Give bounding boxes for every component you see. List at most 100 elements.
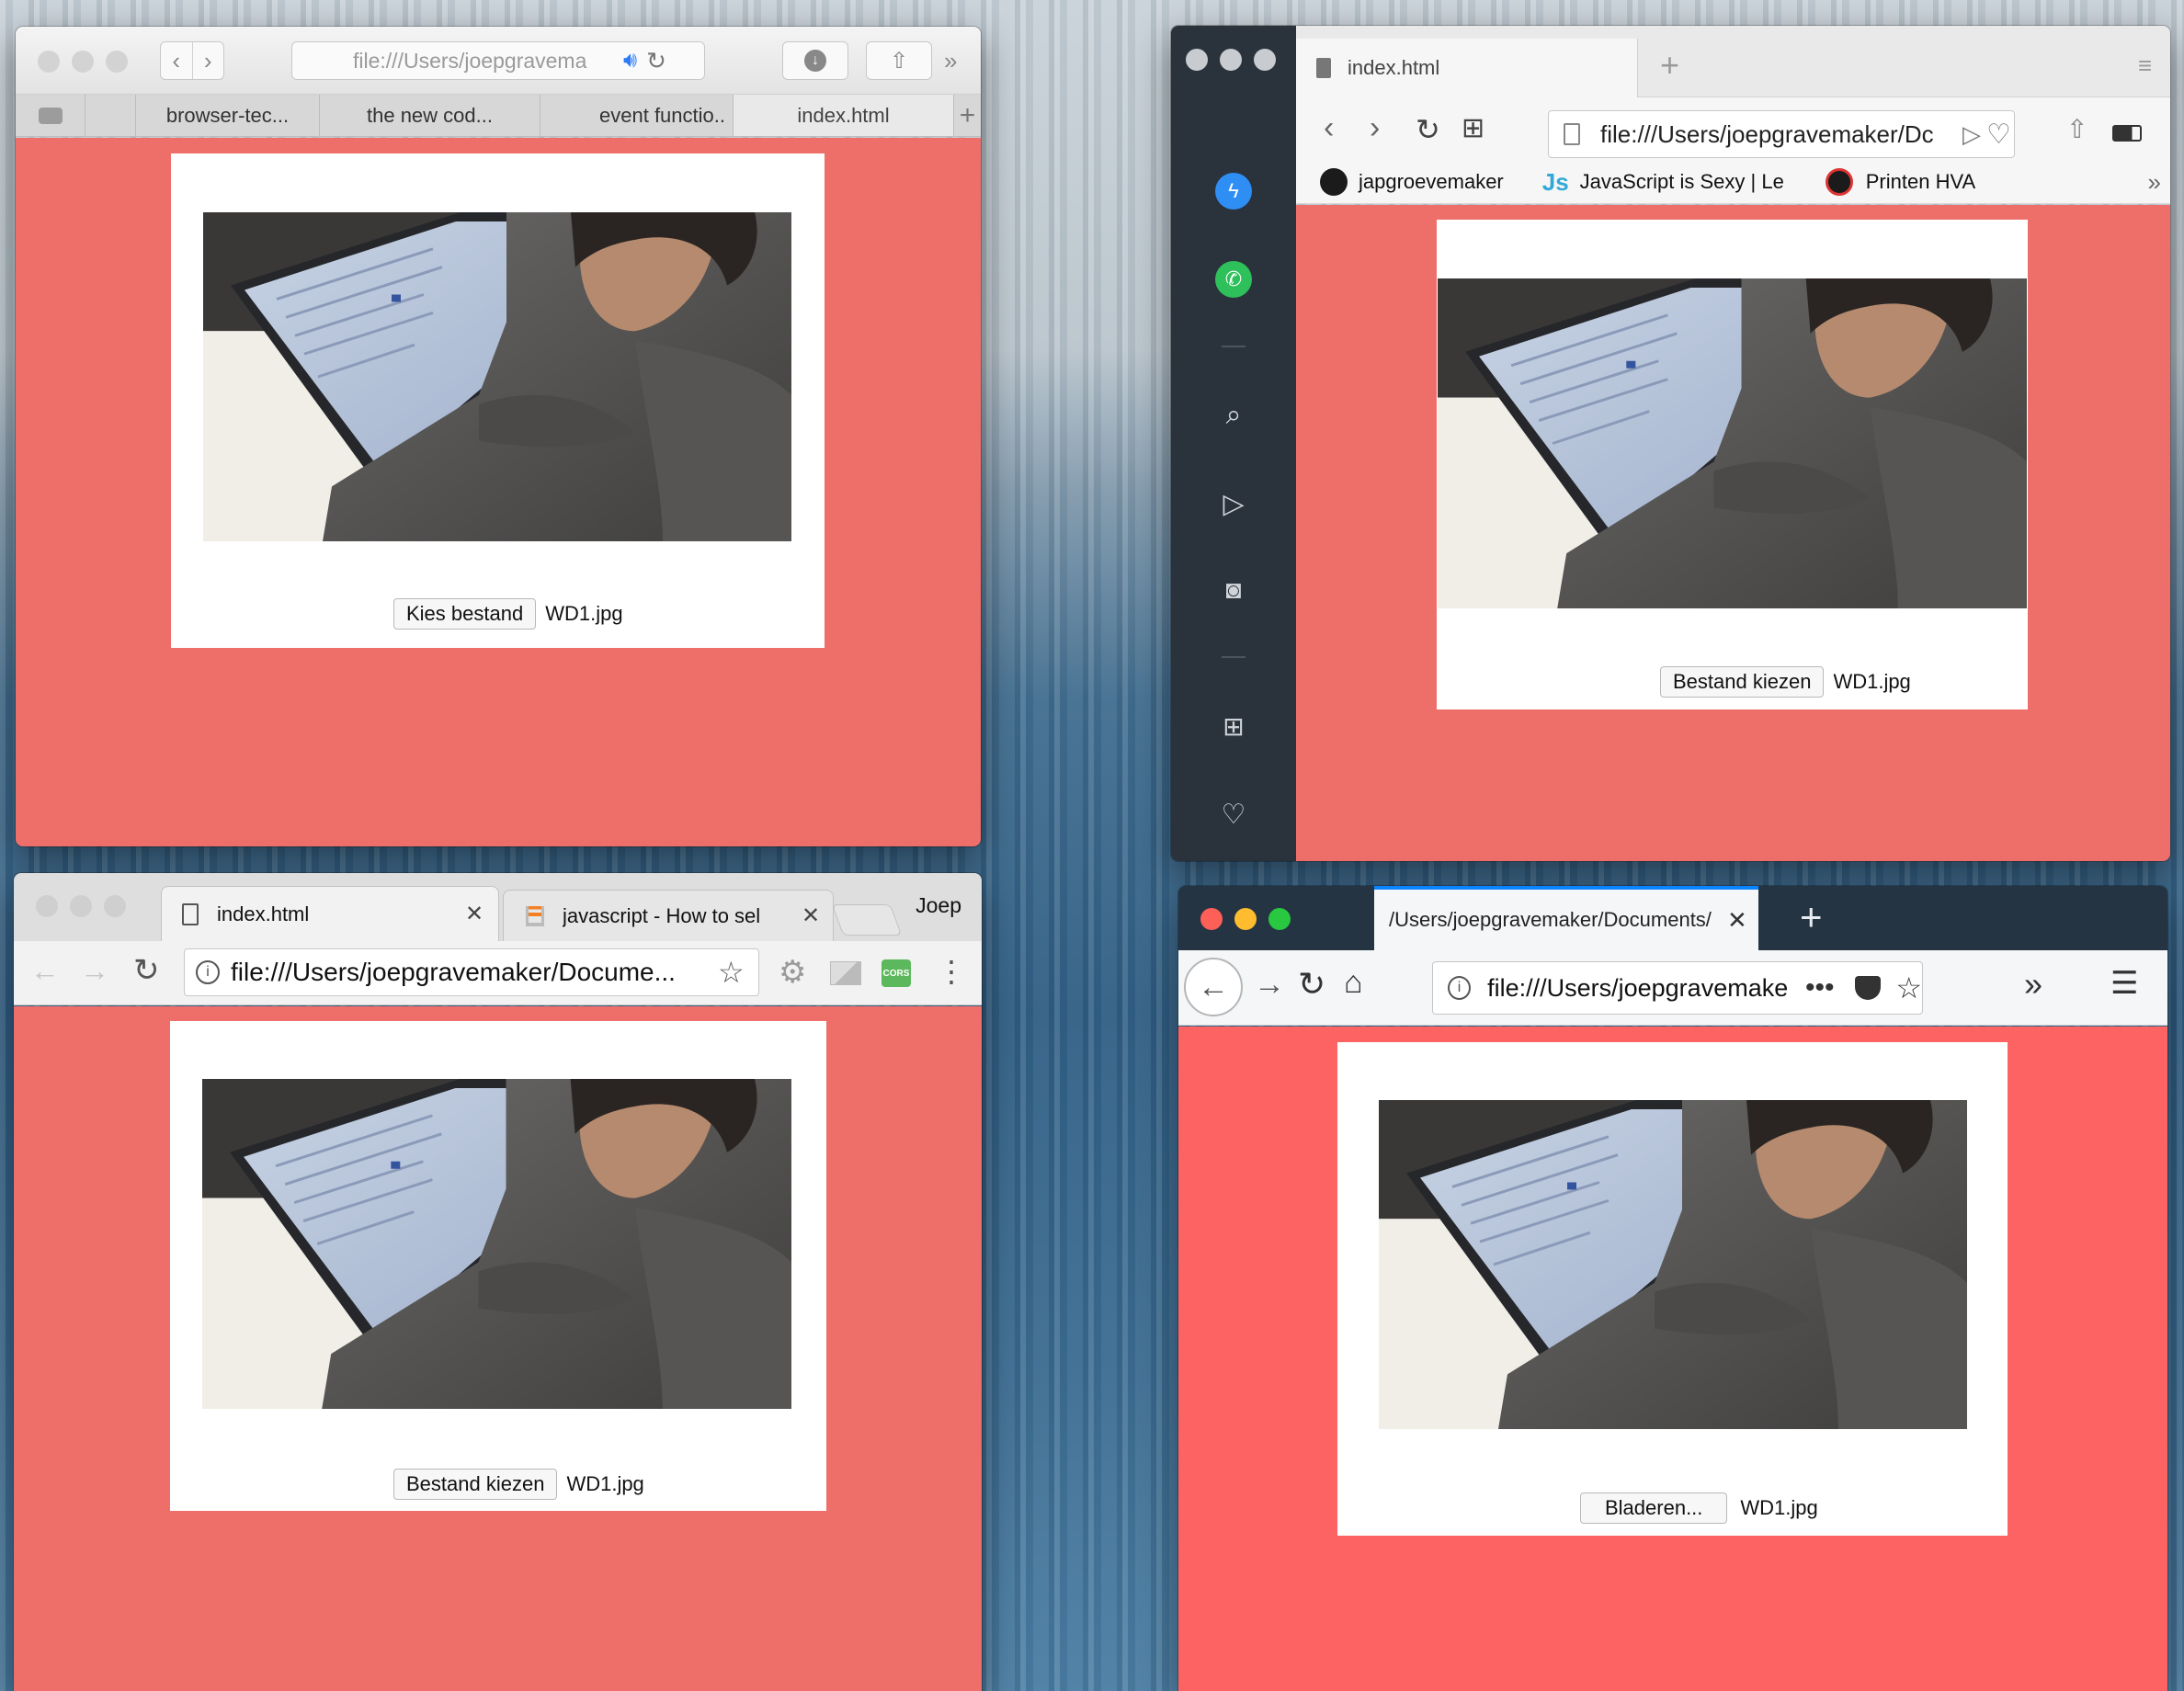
upload-card: Bladeren... WD1.jpg bbox=[1337, 1042, 2008, 1536]
choose-file-button[interactable]: Bladeren... bbox=[1580, 1492, 1728, 1524]
tab-pinned-empty[interactable] bbox=[85, 95, 136, 136]
home-icon[interactable]: ⌂ bbox=[1344, 965, 1363, 1001]
whatsapp-icon[interactable]: ✆ bbox=[1215, 261, 1252, 298]
back-icon[interactable]: ← bbox=[1184, 958, 1243, 1016]
tab-2[interactable]: javascript - How to sel ✕ bbox=[503, 890, 834, 941]
share-button[interactable]: ⇧ bbox=[866, 41, 932, 80]
tab-active[interactable]: /Users/joepgravemaker/Documents/ ✕ bbox=[1374, 886, 1758, 950]
bookmark-star-icon[interactable]: ☆ bbox=[718, 955, 745, 990]
maximize-button[interactable] bbox=[104, 895, 126, 917]
preview-image bbox=[1379, 1100, 1967, 1429]
firefox-titlebar: /Users/joepgravemaker/Documents/ ✕ + bbox=[1178, 886, 2167, 950]
forward-icon[interactable]: › bbox=[1370, 110, 1380, 146]
tab-pinned-youtube[interactable] bbox=[16, 95, 85, 136]
extension-mail-icon[interactable] bbox=[830, 961, 861, 985]
messenger-icon[interactable]: ϟ bbox=[1215, 173, 1252, 210]
back-icon[interactable]: ‹ bbox=[1324, 110, 1334, 146]
safari-toolbar: ‹ › file:///Users/joepgravema 🔊︎ ↻ ↓ ⇧ » bbox=[16, 27, 981, 95]
tab-1[interactable]: browser-tec... bbox=[136, 95, 320, 136]
bookmark-printen-hva[interactable]: Printen HVA bbox=[1825, 168, 1975, 196]
maximize-button[interactable] bbox=[1268, 908, 1291, 930]
downloads-button[interactable]: ↓ bbox=[782, 41, 848, 80]
address-bar[interactable]: file:///Users/joepgravemaker/Dc ▷ ♡ bbox=[1548, 110, 2015, 158]
address-bar[interactable]: i file:///Users/joepgravemaker/Docume...… bbox=[184, 948, 759, 996]
choose-file-button[interactable]: Bestand kiezen bbox=[1660, 666, 1825, 698]
opera-window: ϟ ✆ ⌕ ▷ ◙ ⊞ ♡ index.html + ≡ ‹ › ↻ ⊞ fil… bbox=[1171, 26, 2170, 861]
cors-extension-icon[interactable]: CORS bbox=[882, 959, 911, 987]
reload-icon[interactable]: ↻ bbox=[133, 952, 160, 989]
close-button[interactable] bbox=[1186, 49, 1208, 71]
tab-active[interactable]: index.html ✕ bbox=[161, 886, 499, 941]
close-tab-icon[interactable]: ✕ bbox=[465, 901, 483, 927]
page-actions-icon[interactable]: ••• bbox=[1805, 972, 1835, 1004]
choose-file-button[interactable]: Kies bestand bbox=[393, 598, 537, 630]
printer-icon bbox=[1825, 168, 1853, 196]
minimize-button[interactable] bbox=[70, 895, 92, 917]
speaker-icon[interactable]: 🔊︎ bbox=[623, 48, 637, 74]
address-bar[interactable]: file:///Users/joepgravema 🔊︎ ↻ bbox=[291, 41, 705, 80]
bookmark-star-icon[interactable]: ☆ bbox=[1895, 970, 1922, 1005]
firefox-window: /Users/joepgravemaker/Documents/ ✕ + ← →… bbox=[1178, 886, 2167, 1691]
overflow-chevrons-icon[interactable]: » bbox=[944, 47, 957, 75]
chrome-window: index.html ✕ javascript - How to sel ✕ J… bbox=[14, 873, 982, 1691]
battery-icon[interactable] bbox=[2112, 125, 2142, 142]
close-button[interactable] bbox=[36, 895, 58, 917]
new-tab-button[interactable] bbox=[831, 904, 903, 936]
tab-3[interactable]: event functio.. bbox=[540, 95, 734, 136]
close-button[interactable] bbox=[38, 51, 60, 73]
reload-icon[interactable]: ↻ bbox=[1298, 965, 1325, 1004]
close-tab-icon[interactable]: ✕ bbox=[1727, 906, 1747, 935]
forward-icon[interactable]: › bbox=[193, 42, 224, 79]
maximize-button[interactable] bbox=[1254, 49, 1276, 71]
page-icon bbox=[182, 902, 199, 925]
overflow-chevrons-icon[interactable]: » bbox=[2024, 965, 2042, 1004]
tab-2[interactable]: the new cod... bbox=[320, 95, 540, 136]
choose-file-button[interactable]: Bestand kiezen bbox=[393, 1469, 558, 1500]
bookmark-github[interactable]: japgroevemaker bbox=[1320, 168, 1504, 196]
tab-title: /Users/joepgravemaker/Documents/ bbox=[1389, 908, 1712, 931]
minimize-button[interactable] bbox=[1234, 908, 1257, 930]
tab-active[interactable]: index.html bbox=[1296, 39, 1638, 97]
address-bar[interactable]: i file:///Users/joepgravemake ••• ☆ bbox=[1432, 961, 1923, 1015]
tabs-grid-icon[interactable]: ⊞ bbox=[1462, 112, 1484, 144]
pocket-icon[interactable] bbox=[1854, 976, 1882, 1000]
heart-icon[interactable]: ♡ bbox=[1215, 796, 1252, 833]
youtube-icon bbox=[38, 107, 63, 124]
close-button[interactable] bbox=[1200, 908, 1223, 930]
new-tab-button[interactable]: + bbox=[1660, 46, 1679, 85]
menu-kebab-icon[interactable]: ⋮ bbox=[937, 954, 966, 989]
info-icon[interactable]: i bbox=[196, 960, 220, 984]
tab-menu-icon[interactable]: ≡ bbox=[2138, 51, 2152, 80]
reload-icon[interactable]: ↻ bbox=[1416, 112, 1440, 147]
info-icon[interactable]: i bbox=[1448, 976, 1472, 1000]
safari-window: ‹ › file:///Users/joepgravema 🔊︎ ↻ ↓ ⇧ »… bbox=[16, 27, 981, 846]
back-icon[interactable]: ‹ bbox=[161, 42, 193, 79]
file-name: WD1.jpg bbox=[1833, 670, 1911, 693]
minimize-button[interactable] bbox=[1220, 49, 1242, 71]
search-icon[interactable]: ⌕ bbox=[1215, 397, 1252, 434]
back-icon[interactable]: ← bbox=[30, 954, 60, 988]
maximize-button[interactable] bbox=[106, 51, 128, 73]
close-tab-icon[interactable]: ✕ bbox=[802, 902, 820, 929]
profile-name[interactable]: Joep bbox=[916, 893, 961, 918]
heart-icon[interactable]: ♡ bbox=[1986, 119, 2011, 151]
speed-dial-icon[interactable]: ⊞ bbox=[1215, 708, 1252, 744]
extension-gear-icon[interactable]: ⚙ bbox=[779, 954, 806, 991]
new-tab-button[interactable]: + bbox=[954, 95, 981, 136]
camera-icon[interactable]: ◙ bbox=[1215, 572, 1252, 608]
minimize-button[interactable] bbox=[72, 51, 94, 73]
overflow-chevrons-icon[interactable]: » bbox=[2148, 168, 2161, 197]
forward-icon[interactable]: → bbox=[80, 954, 109, 988]
github-icon bbox=[1320, 168, 1348, 196]
reload-icon[interactable]: ↻ bbox=[646, 47, 666, 75]
send-icon[interactable]: ▷ bbox=[1215, 485, 1252, 522]
share-icon[interactable]: ⇧ bbox=[2066, 114, 2087, 144]
opera-tab-strip: index.html + ≡ bbox=[1296, 26, 2170, 97]
bookmark-javascript-is-sexy[interactable]: Js JavaScript is Sexy | Le bbox=[1542, 168, 1791, 197]
new-tab-button[interactable]: + bbox=[1800, 895, 1823, 939]
hamburger-menu-icon[interactable]: ☰ bbox=[2110, 965, 2138, 1002]
send-icon[interactable]: ▷ bbox=[1962, 120, 1981, 149]
forward-icon[interactable]: → bbox=[1254, 967, 1285, 1003]
url-text: file:///Users/joepgravemaker/Docume... bbox=[231, 958, 676, 986]
tab-active[interactable]: index.html bbox=[734, 95, 954, 136]
